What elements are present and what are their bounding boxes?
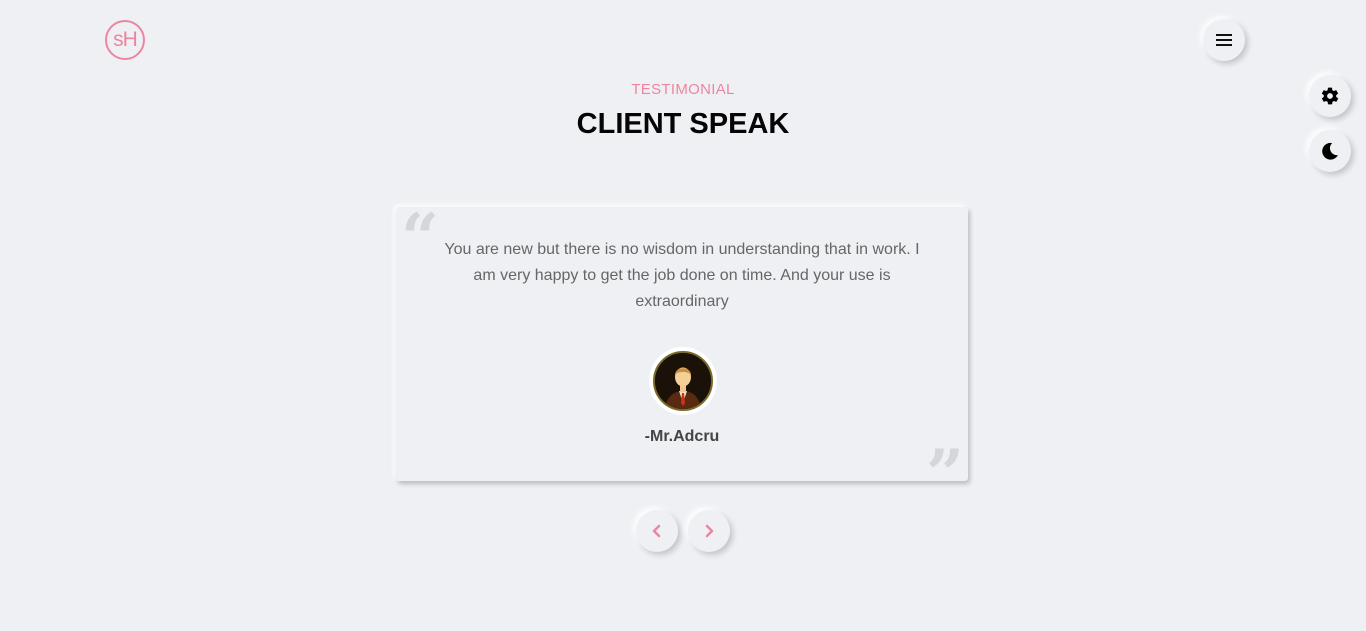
moon-icon: [1322, 142, 1338, 160]
quote-close-icon: ”: [926, 435, 964, 513]
logo-text: sH: [113, 28, 138, 51]
logo[interactable]: sH: [105, 20, 145, 60]
previous-button[interactable]: [636, 510, 678, 552]
testimonial-text: You are new but there is no wisdom in un…: [444, 241, 920, 310]
page: sH TESTIMONIAL CLIENT SPEAK “ You are ne…: [0, 0, 1366, 631]
chevron-left-icon: [652, 524, 661, 538]
section-kicker: TESTIMONIAL: [631, 81, 735, 98]
hamburger-menu-icon: [1216, 34, 1232, 46]
section-title: CLIENT SPEAK: [576, 108, 790, 140]
testimonial-card: “ You are new but there is no wisdom in …: [396, 205, 968, 507]
client-name: -Mr.Adcru: [644, 428, 720, 445]
client-avatar: [649, 347, 717, 415]
chevron-right-icon: [705, 524, 714, 538]
avatar-image: [653, 351, 713, 411]
person-avatar-icon: [655, 353, 711, 409]
menu-button[interactable]: [1203, 19, 1245, 61]
next-button[interactable]: [688, 510, 730, 552]
